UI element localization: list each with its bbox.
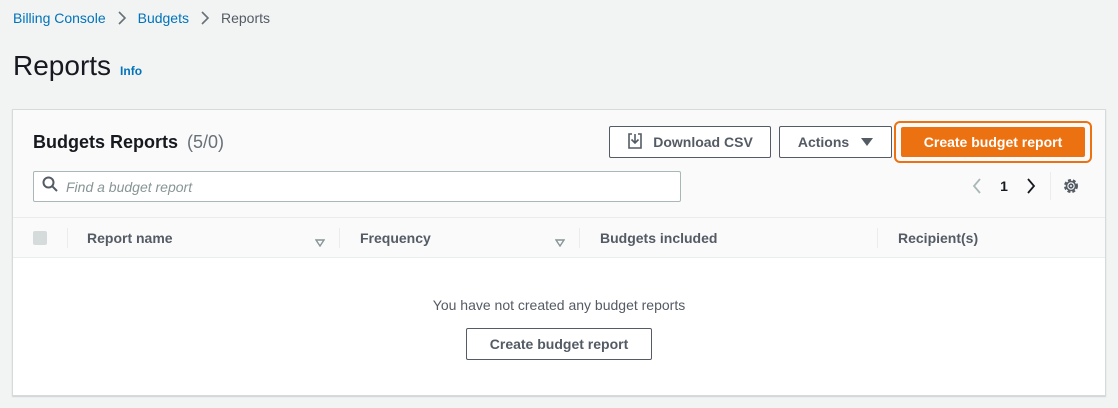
column-header-report-name[interactable]: Report name bbox=[87, 218, 173, 258]
panel-header: Budgets Reports (5/0) Download CSV Actio… bbox=[13, 110, 1105, 218]
chevron-right-icon bbox=[189, 10, 221, 26]
empty-state-message: You have not created any budget reports bbox=[432, 297, 686, 313]
panel-title-text: Budgets Reports bbox=[33, 132, 179, 152]
create-budget-report-button[interactable]: Create budget report bbox=[901, 127, 1085, 157]
actions-label: Actions bbox=[797, 134, 850, 150]
column-divider bbox=[579, 228, 580, 248]
create-budget-report-label: Create budget report bbox=[923, 134, 1063, 150]
pagination-divider bbox=[1050, 172, 1051, 200]
column-divider bbox=[67, 228, 68, 248]
page-title: Reports bbox=[13, 50, 112, 81]
search-field[interactable] bbox=[33, 171, 681, 202]
panel-title: Budgets Reports (5/0) bbox=[33, 132, 224, 153]
budgets-reports-panel: Budgets Reports (5/0) Download CSV Actio… bbox=[12, 109, 1106, 396]
sort-down-icon[interactable] bbox=[554, 234, 566, 250]
info-link[interactable]: Info bbox=[120, 64, 142, 78]
column-divider bbox=[877, 228, 878, 248]
search-icon bbox=[34, 176, 66, 197]
empty-state-button-label: Create budget report bbox=[489, 336, 629, 352]
download-csv-button[interactable]: Download CSV bbox=[609, 126, 771, 158]
column-divider bbox=[339, 228, 340, 248]
download-icon bbox=[627, 132, 653, 152]
column-header-recipients: Recipient(s) bbox=[898, 230, 979, 246]
chevron-right-icon bbox=[106, 10, 138, 26]
search-input[interactable] bbox=[66, 172, 680, 201]
select-all-checkbox[interactable] bbox=[33, 231, 47, 245]
breadcrumb-link-budgets[interactable]: Budgets bbox=[138, 10, 189, 26]
create-budget-report-focus-ring: Create budget report bbox=[894, 121, 1092, 163]
column-header-budgets-included: Budgets included bbox=[600, 230, 718, 246]
page-header: Reports Info bbox=[13, 50, 142, 82]
breadcrumb-link-billing-console[interactable]: Billing Console bbox=[13, 10, 106, 26]
table-header-row: Report name Frequency Budgets included R… bbox=[13, 218, 1105, 258]
empty-state-create-budget-report-button[interactable]: Create budget report bbox=[466, 328, 652, 360]
download-csv-label: Download CSV bbox=[653, 134, 753, 150]
gear-icon[interactable] bbox=[1059, 176, 1083, 196]
actions-dropdown-button[interactable]: Actions bbox=[779, 126, 892, 158]
sort-down-icon[interactable] bbox=[314, 234, 326, 250]
caret-down-icon bbox=[861, 138, 874, 146]
column-header-frequency[interactable]: Frequency bbox=[360, 218, 431, 258]
panel-count: (5/0) bbox=[187, 132, 225, 152]
breadcrumb: Billing Console Budgets Reports bbox=[13, 10, 270, 26]
current-page-number[interactable]: 1 bbox=[989, 178, 1019, 194]
breadcrumb-current: Reports bbox=[220, 10, 271, 26]
pagination: 1 bbox=[965, 176, 1043, 196]
chevron-left-icon[interactable] bbox=[965, 176, 989, 196]
chevron-right-icon[interactable] bbox=[1019, 176, 1043, 196]
